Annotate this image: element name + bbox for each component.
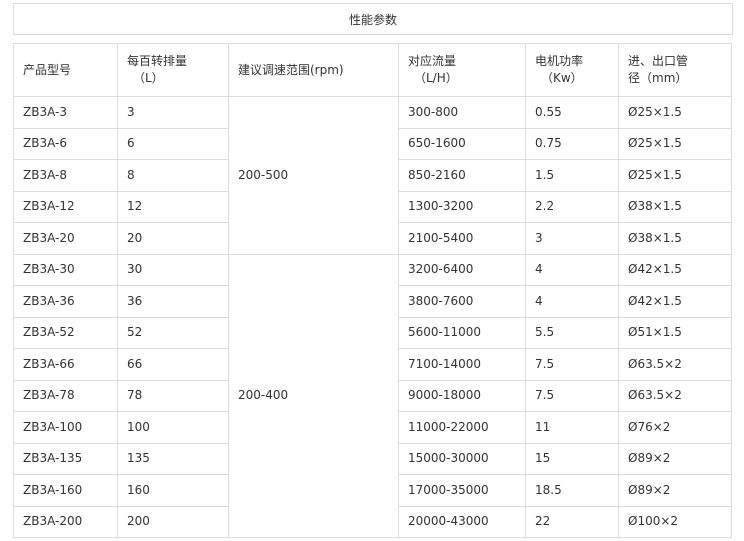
cell-power: 4 — [525, 253, 619, 286]
cell-flow: 5600-11000 — [398, 316, 526, 349]
cell-flow: 300-800 — [398, 96, 526, 129]
cell-model: ZB3A-52 — [13, 316, 118, 349]
cell-pipe: Ø25×1.5 — [618, 96, 732, 129]
cell-flow: 3800-7600 — [398, 285, 526, 318]
cell-pipe: Ø42×1.5 — [618, 253, 732, 286]
cell-flow: 850-2160 — [398, 159, 526, 192]
cell-model: ZB3A-6 — [13, 127, 118, 160]
cell-displacement: 52 — [117, 316, 229, 349]
cell-pipe: Ø63.5×2 — [618, 348, 732, 381]
cell-pipe: Ø51×1.5 — [618, 316, 732, 349]
cell-pipe: Ø76×2 — [618, 411, 732, 444]
cell-flow: 17000-35000 — [398, 474, 526, 507]
table-row: ZB3A-3 3 200-500 300-800 0.55 Ø25×1.5 — [13, 96, 732, 255]
cell-displacement: 66 — [117, 348, 229, 381]
header-row: 产品型号 每百转排量 （L） 建议调速范围(rpm) 对应流量 （L/H） 电机功率… — [13, 43, 732, 97]
cell-displacement: 135 — [117, 442, 229, 475]
cell-power: 7.5 — [525, 379, 619, 412]
cell-model: ZB3A-30 — [13, 253, 118, 286]
cell-displacement: 100 — [117, 411, 229, 444]
cell-flow: 1300-3200 — [398, 190, 526, 223]
header-model: 产品型号 — [13, 43, 118, 97]
cell-model: ZB3A-3 — [13, 96, 118, 129]
cell-power: 22 — [525, 505, 619, 538]
cell-model: ZB3A-78 — [13, 379, 118, 412]
cell-power: 11 — [525, 411, 619, 444]
cell-flow: 11000-22000 — [398, 411, 526, 444]
cell-displacement: 30 — [117, 253, 229, 286]
cell-flow: 3200-6400 — [398, 253, 526, 286]
cell-power: 18.5 — [525, 474, 619, 507]
cell-speed-range: 200-500 — [228, 96, 399, 255]
cell-power: 5.5 — [525, 316, 619, 349]
table-title: 性能参数 — [13, 3, 733, 35]
cell-pipe: Ø89×2 — [618, 442, 732, 475]
cell-flow: 650-1600 — [398, 127, 526, 160]
cell-pipe: Ø38×1.5 — [618, 222, 732, 255]
header-speed: 建议调速范围(rpm) — [228, 43, 399, 97]
cell-flow: 2100-5400 — [398, 222, 526, 255]
cell-pipe: Ø42×1.5 — [618, 285, 732, 318]
cell-model: ZB3A-20 — [13, 222, 118, 255]
cell-speed-range: 200-400 — [228, 253, 399, 538]
cell-power: 4 — [525, 285, 619, 318]
cell-displacement: 36 — [117, 285, 229, 318]
cell-displacement: 20 — [117, 222, 229, 255]
cell-pipe: Ø25×1.5 — [618, 159, 732, 192]
cell-pipe: Ø25×1.5 — [618, 127, 732, 160]
table-row: ZB3A-30 30 200-400 3200-6400 4 Ø42×1.5 — [13, 253, 732, 538]
cell-power: 2.2 — [525, 190, 619, 223]
spec-table: 产品型号 每百转排量 （L） 建议调速范围(rpm) 对应流量 （L/H） 电机功率… — [13, 43, 732, 538]
cell-power: 3 — [525, 222, 619, 255]
cell-model: ZB3A-100 — [13, 411, 118, 444]
cell-displacement: 12 — [117, 190, 229, 223]
cell-flow: 15000-30000 — [398, 442, 526, 475]
cell-model: ZB3A-66 — [13, 348, 118, 381]
cell-model: ZB3A-8 — [13, 159, 118, 192]
header-power: 电机功率 （Kw） — [525, 43, 619, 97]
cell-model: ZB3A-135 — [13, 442, 118, 475]
cell-displacement: 8 — [117, 159, 229, 192]
header-displacement: 每百转排量 （L） — [117, 43, 229, 97]
cell-displacement: 78 — [117, 379, 229, 412]
cell-displacement: 160 — [117, 474, 229, 507]
cell-power: 15 — [525, 442, 619, 475]
cell-flow: 20000-43000 — [398, 505, 526, 538]
header-pipe: 进、出口管 径（mm） — [618, 43, 732, 97]
cell-pipe: Ø63.5×2 — [618, 379, 732, 412]
cell-pipe: Ø89×2 — [618, 474, 732, 507]
cell-model: ZB3A-12 — [13, 190, 118, 223]
header-flow: 对应流量 （L/H） — [398, 43, 526, 97]
cell-power: 0.75 — [525, 127, 619, 160]
cell-model: ZB3A-160 — [13, 474, 118, 507]
cell-model: ZB3A-200 — [13, 505, 118, 538]
cell-power: 0.55 — [525, 96, 619, 129]
cell-pipe: Ø38×1.5 — [618, 190, 732, 223]
cell-pipe: Ø100×2 — [618, 505, 732, 538]
cell-displacement: 200 — [117, 505, 229, 538]
cell-power: 7.5 — [525, 348, 619, 381]
cell-flow: 9000-18000 — [398, 379, 526, 412]
cell-displacement: 3 — [117, 96, 229, 129]
cell-displacement: 6 — [117, 127, 229, 160]
cell-flow: 7100-14000 — [398, 348, 526, 381]
cell-power: 1.5 — [525, 159, 619, 192]
cell-model: ZB3A-36 — [13, 285, 118, 318]
